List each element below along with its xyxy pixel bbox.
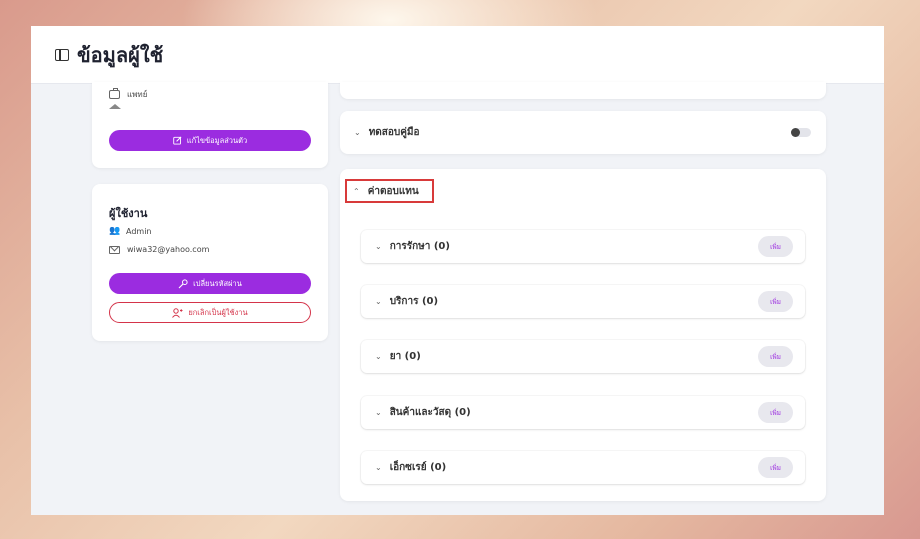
compensation-label: ค่าตอบแทน [367,185,419,197]
position-text: แพทย์ [127,90,148,99]
add-button[interactable]: เพิ่ม [758,236,793,257]
change-password-label: เปลี่ยนรหัสผ่าน [193,278,242,288]
chevron-down-icon: ⌄ [375,352,382,361]
username-text: Admin [126,226,152,236]
edit-icon [173,136,182,145]
list-item-label: สินค้าและวัสดุ (0) [389,407,471,418]
position-row: แพทย์ [109,88,147,101]
list-item-label: เอ็กซเรย์ (0) [389,462,447,473]
education-row [109,104,128,109]
revoke-user-label: ยกเลิกเป็นผู้ใช้งาน [188,307,248,317]
add-button[interactable]: เพิ่ม [758,346,793,367]
manual-toggle[interactable] [791,128,811,137]
section-card-partial [340,82,826,99]
change-password-button[interactable]: เปลี่ยนรหัสผ่าน [109,273,311,294]
profile-card: แพทย์ แก้ไขข้อมูลส่วนตัว [92,82,328,168]
compensation-section: ⌃ ค่าตอบแทน ⌄ การรักษา (0) เพิ่ม ⌄ บริกา… [340,169,826,501]
list-item-label: การรักษา (0) [389,241,450,252]
sidebar-panel-icon[interactable] [55,48,69,61]
manual-section[interactable]: ⌄ ทดสอบคู่มือ [340,111,826,154]
add-button[interactable]: เพิ่ม [758,457,793,478]
manual-section-label: ทดสอบคู่มือ [368,127,420,138]
user-card-heading: ผู้ใช้งาน [109,207,148,220]
briefcase-icon [109,88,120,99]
revoke-user-button[interactable]: ยกเลิกเป็นผู้ใช้งาน [109,302,311,323]
list-item-treatment[interactable]: ⌄ การรักษา (0) เพิ่ม [361,230,805,263]
username-row: 👥 Admin [109,226,152,236]
list-item-service[interactable]: ⌄ บริการ (0) เพิ่ม [361,285,805,318]
user-account-card: ผู้ใช้งาน 👥 Admin wiwa32@yahoo.com เปลี่… [92,184,328,341]
email-text: wiwa32@yahoo.com [127,245,210,254]
list-item-label: บริการ (0) [389,296,439,307]
users-icon: 👥 [109,226,121,236]
list-item-goods[interactable]: ⌄ สินค้าและวัสดุ (0) เพิ่ม [361,396,805,429]
toggle-knob [791,128,800,137]
user-remove-icon [172,307,183,318]
edit-profile-label: แก้ไขข้อมูลส่วนตัว [186,135,248,145]
chevron-down-icon: ⌄ [375,463,382,472]
mail-icon [109,245,120,254]
app-window: ข้อมูลผู้ใช้ แพทย์ แก้ไขข้อมูลส่วนตัว ผู… [31,26,884,515]
chevron-down-icon: ⌄ [375,242,382,251]
chevron-up-icon: ⌃ [353,186,360,196]
compensation-header[interactable]: ⌃ ค่าตอบแทน [345,179,434,203]
page-title: ข้อมูลผู้ใช้ [77,42,164,67]
add-button[interactable]: เพิ่ม [758,291,793,312]
edit-profile-button[interactable]: แก้ไขข้อมูลส่วนตัว [109,130,311,151]
chevron-down-icon: ⌄ [375,297,382,306]
graduation-cap-icon [109,104,121,109]
add-button[interactable]: เพิ่ม [758,402,793,423]
chevron-down-icon: ⌄ [354,128,361,137]
list-item-label: ยา (0) [389,351,421,362]
email-row: wiwa32@yahoo.com [109,245,209,254]
list-item-xray[interactable]: ⌄ เอ็กซเรย์ (0) เพิ่ม [361,451,805,484]
list-item-medicine[interactable]: ⌄ ยา (0) เพิ่ม [361,340,805,373]
top-bar: ข้อมูลผู้ใช้ [31,26,884,84]
key-icon [178,278,188,288]
chevron-down-icon: ⌄ [375,408,382,417]
